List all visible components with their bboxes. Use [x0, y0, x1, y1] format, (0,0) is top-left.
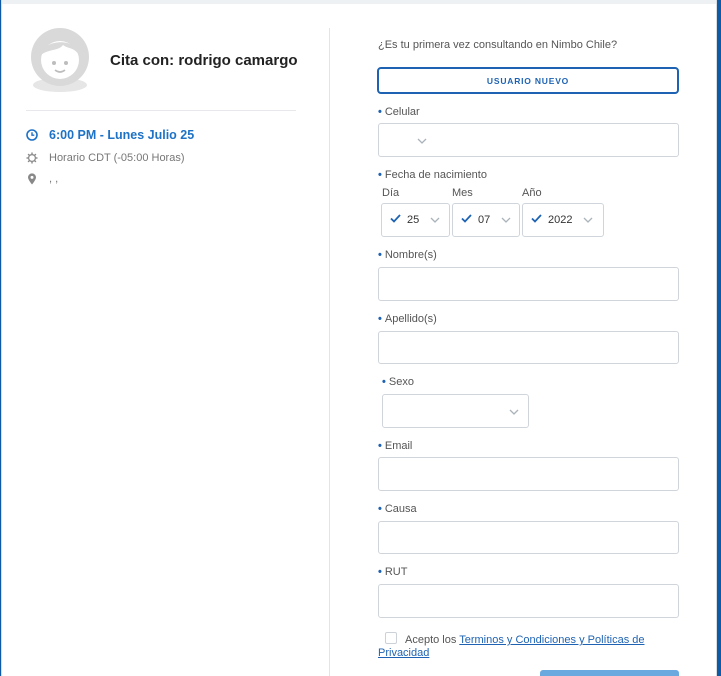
terms-prefix: Acepto los	[405, 634, 457, 646]
appointment-time-row: 6:00 PM - Lunes Julio 25	[26, 128, 194, 142]
timezone-text: Horario CDT (-05:00 Horas)	[49, 152, 185, 164]
appointment-time: 6:00 PM - Lunes Julio 25	[49, 128, 195, 142]
year-select[interactable]: 2022	[522, 203, 604, 237]
birthdate-label: • Fecha de nacimiento	[378, 169, 487, 181]
location-row: , ,	[26, 173, 58, 185]
clock-icon	[26, 129, 38, 141]
apellido-input[interactable]	[378, 331, 679, 364]
day-select[interactable]: 25	[381, 203, 450, 237]
month-select[interactable]: 07	[452, 203, 520, 237]
booking-modal: Cita con: rodrigo camargo 6:00 PM - Lune…	[1, 0, 717, 676]
submit-button[interactable]	[540, 670, 679, 676]
appointment-title: Cita con: rodrigo camargo	[110, 52, 298, 69]
causa-input[interactable]	[378, 521, 679, 554]
month-value: 07	[478, 214, 491, 226]
sexo-select[interactable]	[382, 394, 529, 428]
chevron-down-icon	[417, 131, 427, 149]
nombre-input[interactable]	[378, 267, 679, 301]
check-icon	[390, 214, 401, 226]
new-user-button[interactable]: USUARIO NUEVO	[377, 67, 679, 94]
day-label: Día	[382, 187, 400, 199]
email-input[interactable]	[378, 457, 679, 491]
modal-top-border	[2, 0, 716, 4]
check-icon	[461, 214, 472, 226]
chevron-down-icon	[430, 214, 440, 226]
location-text: , ,	[49, 173, 59, 185]
panel-divider	[329, 28, 330, 676]
rut-label: • RUT	[378, 566, 408, 578]
rut-input[interactable]	[378, 584, 679, 618]
sexo-label: • Sexo	[382, 376, 414, 388]
chevron-down-icon	[501, 214, 511, 226]
terms-checkbox[interactable]	[385, 632, 397, 644]
year-value: 2022	[548, 214, 573, 226]
year-label: Año	[522, 187, 542, 199]
chevron-down-icon	[509, 402, 519, 420]
avatar-icon	[30, 27, 90, 95]
celular-input[interactable]	[378, 123, 679, 157]
email-label: • Email	[378, 440, 413, 452]
terms-row: Acepto los Terminos y Condiciones y Polí…	[378, 632, 668, 660]
nombre-label: • Nombre(s)	[378, 249, 437, 261]
left-separator	[26, 110, 296, 111]
causa-label: • Causa	[378, 503, 417, 515]
timezone-row: Horario CDT (-05:00 Horas)	[26, 152, 185, 164]
apellido-label: • Apellido(s)	[378, 313, 437, 325]
location-pin-icon	[26, 173, 38, 185]
gear-icon	[26, 152, 38, 164]
check-icon	[531, 214, 542, 226]
month-label: Mes	[452, 187, 473, 199]
chevron-down-icon	[583, 214, 593, 226]
day-value: 25	[407, 214, 420, 226]
first-time-question: ¿Es tu primera vez consultando en Nimbo …	[378, 39, 618, 51]
celular-label: • Celular	[378, 106, 420, 118]
